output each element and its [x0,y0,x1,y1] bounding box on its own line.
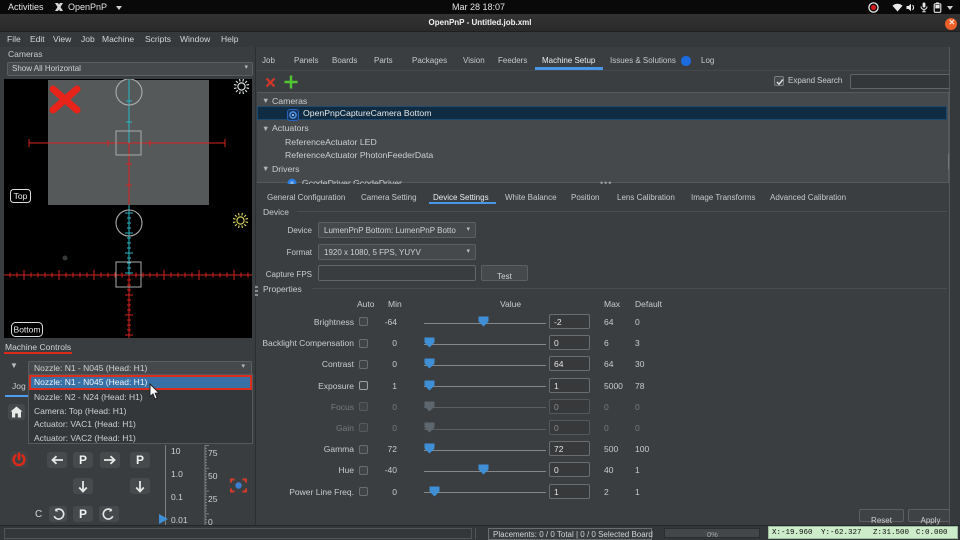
svg-text:Bottom: Bottom [14,325,41,335]
svg-text:Top: Top [14,191,28,201]
